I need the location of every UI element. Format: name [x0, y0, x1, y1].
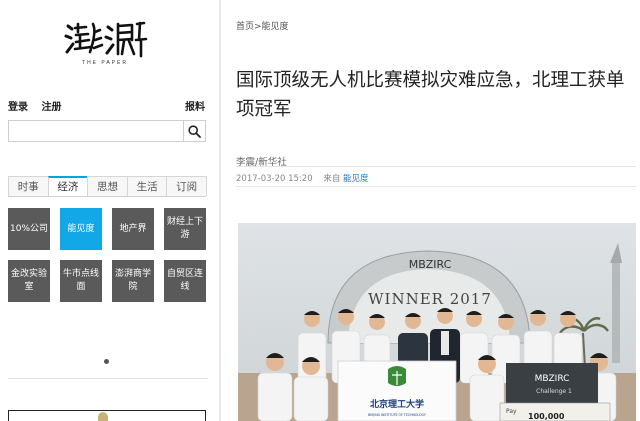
search-button[interactable] — [183, 121, 205, 141]
channel-tile[interactable]: 澎湃商学院 — [112, 260, 154, 302]
channel-tile-active[interactable]: 能见度 — [60, 208, 102, 250]
logo-subtitle: THE PAPER — [82, 60, 128, 66]
channel-tile[interactable]: 地产界 — [112, 208, 154, 250]
dome-sign-text: MBZIRC — [409, 258, 452, 271]
board-sign-text: MBZIRC — [535, 374, 570, 384]
channel-tile[interactable]: 牛市点线面 — [60, 260, 102, 302]
check-pay-label: Pay — [506, 408, 517, 415]
column-divider — [219, 0, 221, 421]
ad-emblem-icon — [98, 412, 108, 421]
tab-shishi[interactable]: 时事 — [8, 176, 49, 196]
logo-calligraphy-icon — [64, 21, 148, 58]
source-prefix: 来自 — [323, 174, 341, 184]
winner-text: WINNER 2017 — [368, 290, 492, 308]
article-meta: 2017-03-20 15:20 来自 能见度 — [236, 172, 369, 184]
search-box — [8, 120, 206, 142]
channel-tile[interactable]: 10%公司 — [8, 208, 50, 250]
auth-links: 登录 注册 — [8, 98, 71, 113]
channel-tile[interactable]: 金改实验室 — [8, 260, 50, 302]
banner-school-english: BEIJING INSTITUTE OF TECHNOLOGY — [368, 413, 426, 417]
breadcrumb[interactable]: 首页>能见度 — [236, 19, 289, 32]
channel-tile[interactable]: 财经上下游 — [164, 208, 206, 250]
tab-sixiang[interactable]: 思想 — [87, 176, 128, 196]
search-icon — [188, 124, 201, 138]
article-date: 2017-03-20 15:20 — [236, 174, 313, 184]
login-link[interactable]: 登录 — [8, 102, 28, 113]
register-link[interactable]: 注册 — [41, 102, 61, 113]
sidebar: THE PAPER 登录 注册 报料 时事 经济 思想 生活 订阅 10%公司 … — [0, 0, 215, 421]
source-link[interactable]: 能见度 — [343, 174, 369, 184]
article-photo: MBZIRC WINNER 2017 北京理工大学 BEIJING INSTIT… — [238, 223, 636, 421]
search-input[interactable] — [11, 122, 181, 140]
board-sign-sub: Challenge 1 — [536, 388, 572, 395]
banner-school-name: 北京理工大学 — [370, 398, 424, 410]
tab-dingyue[interactable]: 订阅 — [166, 176, 207, 196]
channel-tile[interactable]: 自贸区连线 — [164, 260, 206, 302]
check-amount: 100,000 — [528, 412, 565, 421]
tab-jingji[interactable]: 经济 — [47, 176, 89, 196]
sidebar-divider — [8, 378, 208, 379]
team-photo-illustration: MBZIRC WINNER 2017 北京理工大学 BEIJING INSTIT… — [238, 223, 636, 421]
channel-tabs: 时事 经济 思想 生活 订阅 — [8, 176, 207, 197]
article-title: 国际顶级无人机比赛模拟灾难应急，北理工获单项冠军 — [236, 70, 625, 120]
tab-shenghuo[interactable]: 生活 — [126, 176, 168, 196]
carousel-dot[interactable] — [104, 359, 109, 364]
meta-divider — [236, 166, 636, 167]
meta-divider-bottom — [236, 186, 636, 187]
report-link[interactable]: 报料 — [185, 98, 205, 113]
